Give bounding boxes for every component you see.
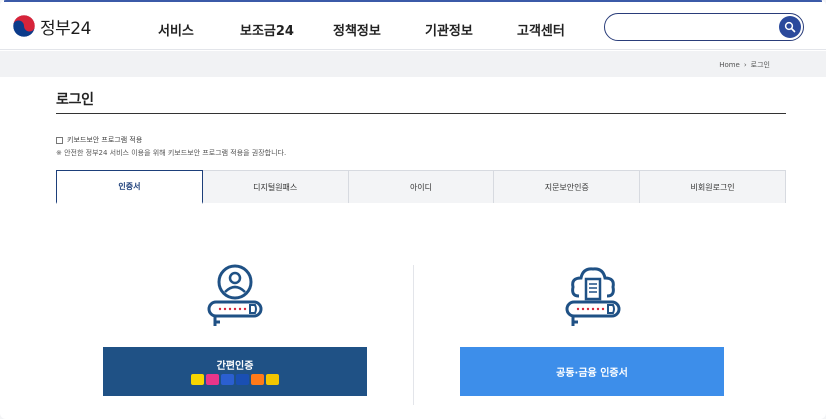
title-divider: [56, 113, 786, 114]
breadcrumb-current: 로그인: [750, 61, 770, 69]
browser-page: 정부24 서비스 보조금24 정책정보 기관정보 고객센터 Home › 로그인: [0, 0, 826, 419]
simple-auth-button[interactable]: 간편인증: [103, 347, 367, 396]
samsung-pass-icon: [236, 374, 249, 385]
naver-icon: [266, 374, 279, 385]
gov24-logo[interactable]: 정부24: [12, 13, 91, 39]
nav-item-agency-info[interactable]: 기관정보: [425, 20, 473, 39]
keyboard-security-note: ※ 안전한 정부24 서비스 이용을 위해 키보드보안 프로그램 적용을 권장합…: [56, 149, 287, 157]
certificate-key-icon: [565, 267, 621, 326]
tab-certificate[interactable]: 인증서: [56, 170, 203, 204]
logo-text: 정부24: [40, 18, 91, 39]
breadcrumb-separator: ›: [743, 61, 747, 69]
breadcrumb-home[interactable]: Home: [719, 61, 740, 69]
method-divider: [413, 265, 414, 405]
tab-digital-onepass[interactable]: 디지털원패스: [201, 170, 349, 203]
site-header: 정부24 서비스 보조금24 정책정보 기관정보 고객센터: [0, 2, 826, 50]
tab-fingerprint[interactable]: 지문보안인증: [493, 170, 641, 203]
pass-icon: [206, 374, 219, 385]
keyboard-security-row: 키보드보안 프로그램 적용: [56, 135, 142, 145]
page-title: 로그인: [56, 92, 94, 108]
joint-financial-cert-button[interactable]: 공동·금융 인증서: [460, 347, 724, 396]
breadcrumb: Home › 로그인: [719, 60, 770, 70]
keyboard-security-label[interactable]: 키보드보안 프로그램 적용: [67, 135, 142, 145]
nav-item-policy-info[interactable]: 정책정보: [333, 20, 381, 39]
tab-non-member[interactable]: 비회원로그인: [639, 170, 786, 203]
simple-auth-person-key-icon: [207, 264, 263, 326]
login-content: 로그인 키보드보안 프로그램 적용 ※ 안전한 정부24 서비스 이용을 위해 …: [18, 77, 808, 411]
search-input[interactable]: [615, 18, 775, 36]
nav-item-services[interactable]: 서비스: [158, 20, 194, 39]
taegeuk-icon: [12, 14, 36, 38]
keyboard-security-checkbox[interactable]: [56, 136, 63, 144]
simple-auth-label: 간편인증: [216, 361, 254, 372]
payco-icon: [221, 374, 234, 385]
nav-item-subsidy24[interactable]: 보조금24: [240, 20, 294, 39]
login-tabs: 인증서 디지털원패스 아이디 지문보안인증 비회원로그인: [56, 170, 786, 204]
toss-icon: [251, 374, 264, 385]
kakao-icon: [191, 374, 204, 385]
search-button[interactable]: [779, 16, 801, 38]
simple-auth-provider-badges: [191, 374, 279, 385]
search-box: [604, 13, 804, 41]
search-icon: [784, 21, 796, 33]
nav-item-customer-center[interactable]: 고객센터: [517, 20, 565, 39]
tab-id[interactable]: 아이디: [347, 170, 495, 203]
breadcrumb-bar: Home › 로그인: [0, 51, 826, 77]
